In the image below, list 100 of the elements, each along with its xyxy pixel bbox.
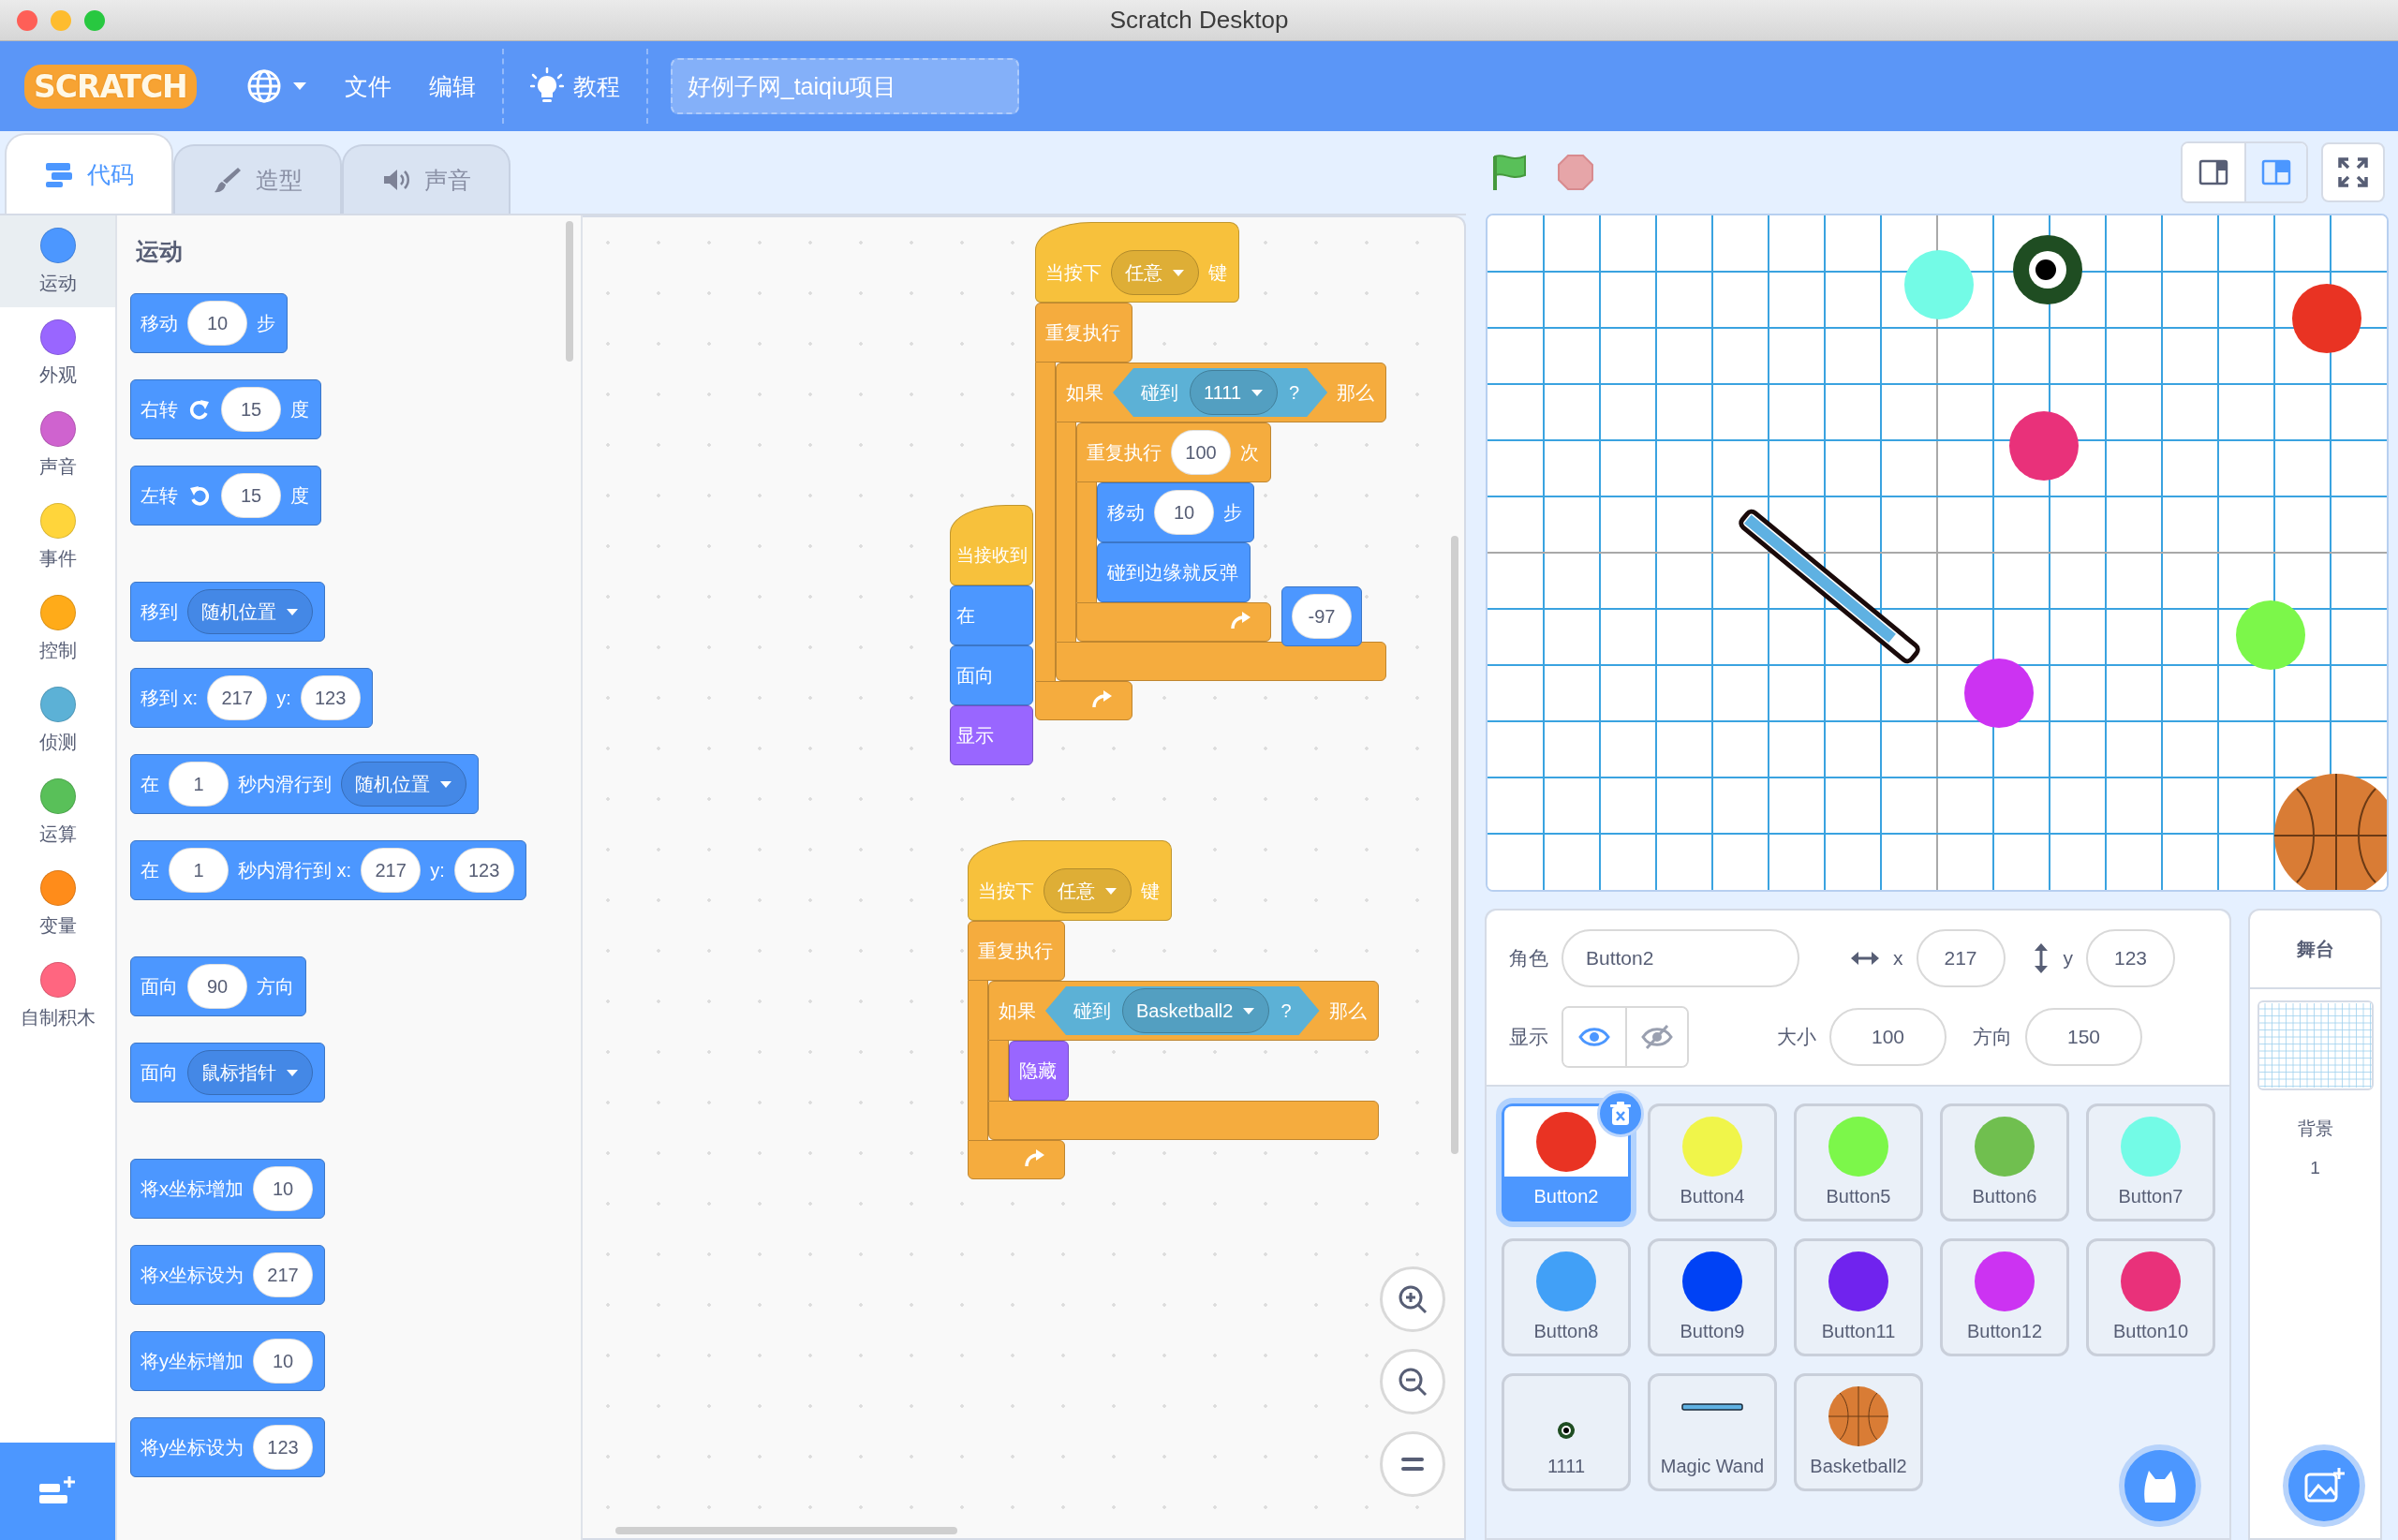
scrollbar[interactable]: [566, 221, 573, 362]
number-input[interactable]: 10: [1154, 490, 1214, 535]
backdrop-count: 1: [2310, 1158, 2320, 1178]
field-label: 显示: [1509, 1025, 1548, 1049]
code-block[interactable]: 左转 15 度: [130, 466, 321, 526]
sprite-tile[interactable]: Button12: [1940, 1238, 2069, 1356]
code-block[interactable]: 移到 随机位置: [130, 582, 325, 642]
loop-block[interactable]: 重复执行 100 次 移动 10 步 碰到边缘就反弹: [1076, 422, 1271, 642]
code-block[interactable]: 面向 90 方向: [130, 956, 306, 1016]
add-extension-button[interactable]: [0, 1443, 115, 1540]
target-sprite[interactable]: [2013, 235, 2082, 304]
number-input[interactable]: 90: [187, 964, 247, 1009]
fullscreen-button[interactable]: [2321, 142, 2385, 202]
number-input[interactable]: 217: [253, 1252, 313, 1297]
code-block[interactable]: 将x坐标增加 10: [130, 1159, 325, 1219]
ball[interactable]: [2009, 411, 2079, 481]
code-block[interactable]: 隐藏: [1009, 1041, 1069, 1101]
y-field[interactable]: 123: [2086, 929, 2175, 987]
sprite-name: Button12: [1966, 1321, 2043, 1342]
category-item[interactable]: 侦测: [0, 674, 115, 766]
code-block[interactable]: 在 1 秒内滑行到 随机位置: [130, 754, 479, 814]
sprite-tile[interactable]: Button10: [2086, 1238, 2215, 1356]
code-block[interactable]: 显示: [950, 705, 1033, 765]
sprite-tile[interactable]: Button5: [1794, 1103, 1923, 1222]
number-input[interactable]: 10: [187, 301, 247, 346]
number-input[interactable]: 1: [169, 848, 229, 893]
picture-plus-icon: [2303, 1467, 2345, 1504]
block-label: 次: [1240, 440, 1259, 465]
category-item[interactable]: 自制积木: [0, 950, 115, 1042]
category-item[interactable]: 事件: [0, 491, 115, 583]
block-label: 隐藏: [1019, 1059, 1057, 1083]
zoom-in-icon: [1398, 1284, 1428, 1314]
field-label: 角色: [1509, 946, 1548, 970]
sprite-tile[interactable]: Basketball2: [1794, 1373, 1923, 1491]
sprite-tile[interactable]: Button9: [1648, 1238, 1777, 1356]
sprite-name-field[interactable]: Button2: [1562, 929, 1799, 987]
x-field[interactable]: 217: [1916, 929, 2006, 987]
caret-icon: [1242, 1006, 1256, 1015]
number-input[interactable]: 217: [207, 675, 268, 720]
number-input[interactable]: 123: [300, 675, 361, 720]
flag-icon: [1491, 153, 1529, 192]
number-input[interactable]: 123: [453, 848, 514, 893]
code-block[interactable]: 面向 鼠标指针: [130, 1043, 325, 1103]
window-zoom-button[interactable]: [84, 9, 105, 31]
number-input[interactable]: 15: [221, 473, 281, 518]
ball[interactable]: [1964, 659, 2034, 728]
sprite-tile[interactable]: 1111: [1502, 1373, 1631, 1491]
number-input[interactable]: 123: [253, 1425, 313, 1470]
sprite-tile[interactable]: Button8: [1502, 1238, 1631, 1356]
code-block[interactable]: 将y坐标设为 123: [130, 1417, 325, 1477]
direction-field[interactable]: 150: [2025, 1008, 2142, 1066]
sprite-tile[interactable]: Button7: [2086, 1103, 2215, 1222]
sprite-tile[interactable]: Button4: [1648, 1103, 1777, 1222]
caret-icon: [286, 1068, 299, 1077]
dropdown-menu[interactable]: 随机位置: [187, 589, 313, 634]
block-label: 移到: [141, 600, 178, 624]
sprite-name: Button11: [1821, 1321, 1896, 1342]
category-item[interactable]: 运动: [0, 215, 115, 307]
number-input[interactable]: 10: [253, 1339, 313, 1384]
category-item[interactable]: 变量: [0, 858, 115, 950]
sprite-name: Basketball2: [1810, 1456, 1907, 1477]
sprite-tile[interactable]: Button6: [1940, 1103, 2069, 1222]
ball[interactable]: [2236, 600, 2305, 670]
category-item[interactable]: 运算: [0, 766, 115, 858]
basketball-sprite[interactable]: [2273, 773, 2389, 892]
ball[interactable]: [2292, 284, 2361, 353]
category-item[interactable]: 外观: [0, 307, 115, 399]
category-item[interactable]: 控制: [0, 583, 115, 674]
caret-icon: [291, 81, 307, 91]
scrollbar[interactable]: [1451, 536, 1458, 1154]
code-block[interactable]: 移动 10 步: [1097, 482, 1254, 542]
block-label: 移动: [1107, 500, 1145, 525]
sprite-tile[interactable]: Button11: [1794, 1238, 1923, 1356]
number-input[interactable]: 10: [253, 1166, 313, 1211]
code-block[interactable]: 在 1 秒内滑行到 x: 217 y: 123: [130, 840, 526, 900]
scrollbar[interactable]: [615, 1527, 957, 1534]
loop-block[interactable]: 重复执行 如果 碰到 Basketball2 ? 那么 隐藏: [968, 921, 1379, 1179]
hide-button[interactable]: [1625, 1008, 1687, 1066]
backdrop-thumbnail[interactable]: [2257, 1000, 2374, 1090]
number-input[interactable]: 217: [361, 848, 422, 893]
number-input[interactable]: 1: [169, 762, 229, 807]
category-item[interactable]: 声音: [0, 399, 115, 491]
number-input[interactable]: 100: [1171, 430, 1231, 475]
code-block[interactable]: 将x坐标设为 217: [130, 1245, 325, 1305]
size-field[interactable]: 100: [1829, 1008, 1947, 1066]
code-block[interactable]: 移到 x: 217 y: 123: [130, 668, 373, 728]
code-block[interactable]: 将y坐标增加 10: [130, 1331, 325, 1391]
number-input[interactable]: -97: [1292, 594, 1352, 639]
block-label: 左转: [141, 483, 178, 508]
dropdown-menu[interactable]: 随机位置: [341, 762, 466, 807]
window-close-button[interactable]: [17, 9, 37, 31]
code-block[interactable]: -97: [1281, 586, 1362, 646]
code-block[interactable]: 移动 10 步: [130, 293, 288, 353]
block-label: 如果: [999, 999, 1036, 1023]
delete-button[interactable]: [1597, 1090, 1644, 1137]
code-block[interactable]: 右转 15 度: [130, 379, 321, 439]
if-block[interactable]: 如果 碰到 Basketball2 ? 那么 隐藏: [988, 981, 1379, 1140]
sprite-tile[interactable]: Magic Wand: [1648, 1373, 1777, 1491]
dropdown-menu[interactable]: 鼠标指针: [187, 1050, 313, 1095]
number-input[interactable]: 15: [221, 387, 281, 432]
